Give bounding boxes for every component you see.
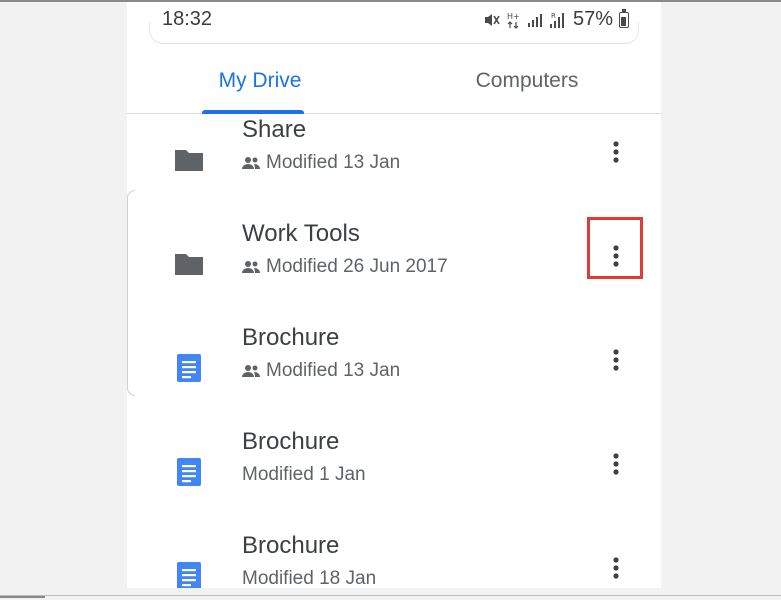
file-modified: Modified 18 Jan	[242, 568, 377, 588]
file-meta: Modified 18 Jan	[242, 568, 376, 588]
file-row-brochure[interactable]: Brochure Modified 13 Jan	[127, 314, 661, 418]
file-row-brochure[interactable]: Brochure Modified 18 Jan	[127, 522, 661, 588]
svg-text:R: R	[551, 12, 556, 20]
file-modified: Modified 26 Jun 2017	[266, 256, 448, 277]
side-frame-edge	[127, 190, 135, 396]
more-options-button[interactable]	[598, 550, 634, 586]
scrollbar-mark	[0, 596, 45, 598]
google-docs-icon	[177, 458, 201, 486]
search-bar-edge	[149, 22, 639, 44]
tab-my-drive-label: My Drive	[218, 68, 302, 92]
file-modified: Modified 13 Jan	[266, 152, 401, 173]
file-meta: Modified 1 Jan	[242, 464, 366, 486]
folder-icon	[175, 150, 203, 171]
file-name: Brochure	[242, 428, 340, 455]
shared-people-icon	[242, 261, 260, 273]
more-vert-icon	[613, 453, 619, 475]
google-docs-icon	[177, 354, 201, 382]
more-vert-icon	[613, 141, 619, 163]
file-row-work-tools[interactable]: Work Tools Modified 26 Jun 2017	[127, 210, 661, 314]
tab-computers-label: Computers	[475, 68, 579, 92]
file-name: Work Tools	[242, 220, 360, 247]
tab-my-drive[interactable]: My Drive	[185, 48, 335, 113]
file-row-share[interactable]: Share Modified 13 Jan	[127, 106, 661, 210]
file-meta: Modified 13 Jan	[242, 360, 400, 382]
file-modified: Modified 1 Jan	[242, 464, 366, 485]
window-bottom-border	[0, 595, 781, 596]
shared-people-icon	[242, 365, 260, 377]
google-docs-icon	[177, 562, 201, 588]
folder-icon	[175, 254, 203, 275]
phone-screen: 18:32 H+ R 57% My Drive Computers Share …	[127, 2, 661, 588]
file-meta: Modified 13 Jan	[242, 152, 400, 174]
more-options-button[interactable]	[598, 342, 634, 378]
file-modified: Modified 13 Jan	[266, 360, 401, 381]
more-vert-icon	[613, 349, 619, 371]
file-name: Brochure	[242, 532, 340, 559]
svg-text:H+: H+	[507, 12, 520, 21]
more-options-button[interactable]	[598, 446, 634, 482]
highlight-annotation-box	[587, 217, 643, 279]
tab-bar: My Drive Computers	[127, 48, 661, 114]
file-meta: Modified 26 Jun 2017	[242, 256, 448, 278]
shared-people-icon	[242, 157, 260, 169]
file-name: Share	[242, 116, 307, 143]
more-options-button[interactable]	[598, 134, 634, 170]
file-row-brochure[interactable]: Brochure Modified 1 Jan	[127, 418, 661, 522]
more-vert-icon	[613, 557, 619, 579]
file-name: Brochure	[242, 324, 340, 351]
tab-computers[interactable]: Computers	[452, 48, 602, 113]
